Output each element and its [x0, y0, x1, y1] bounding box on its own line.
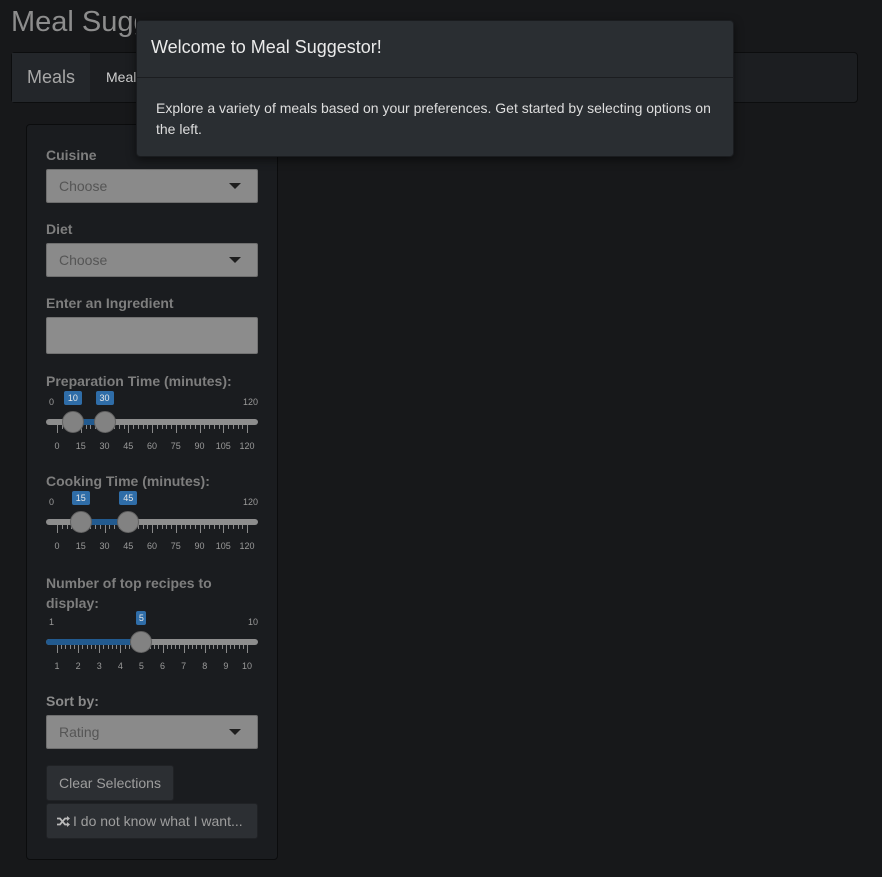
modal-title: Welcome to Meal Suggestor! [137, 21, 733, 78]
modal-backdrop[interactable]: Welcome to Meal Suggestor! Explore a var… [0, 0, 882, 877]
welcome-modal: Welcome to Meal Suggestor! Explore a var… [136, 20, 734, 157]
modal-body: Explore a variety of meals based on your… [156, 100, 711, 137]
